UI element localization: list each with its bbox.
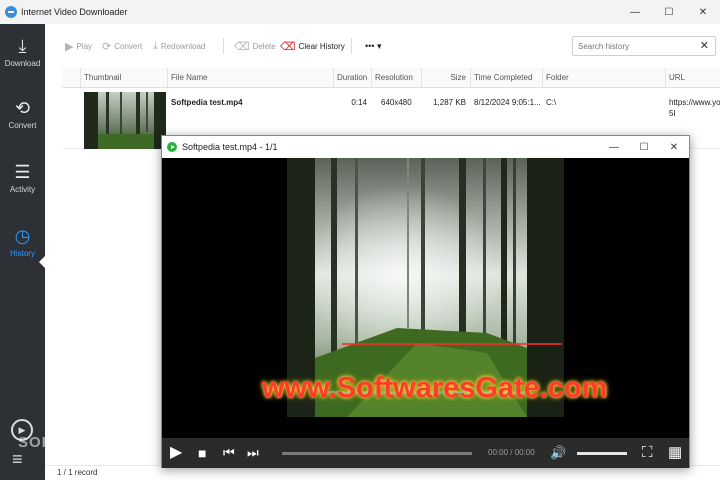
play-button[interactable]: ▶ Play bbox=[65, 38, 92, 54]
sidebar: ⤓ Download ⟲ Convert ☰ Activity ◷ Histor… bbox=[0, 24, 45, 480]
resolution-cell: 640x480 bbox=[381, 98, 412, 107]
close-button[interactable]: ✕ bbox=[686, 0, 720, 24]
duration-cell: 0:14 bbox=[351, 98, 367, 107]
column-header-url[interactable]: URL bbox=[665, 68, 720, 88]
sidebar-item-convert[interactable]: ⟲ Convert bbox=[0, 86, 45, 142]
sidebar-item-label: Download bbox=[4, 59, 41, 68]
volume-slider[interactable] bbox=[577, 452, 627, 455]
seek-bar[interactable] bbox=[282, 452, 472, 455]
time-readout: 00:00 / 00:00 bbox=[488, 448, 535, 457]
title-bar: Internet Video Downloader — ☐ ✕ bbox=[0, 0, 720, 24]
size-cell: 1,287 KB bbox=[433, 98, 466, 107]
toolbar-divider bbox=[351, 38, 352, 54]
sidebar-item-label: Convert bbox=[8, 121, 37, 130]
delete-label: Delete bbox=[252, 41, 276, 51]
table-header: Thumbnail File Name Duration Resolution … bbox=[62, 68, 720, 88]
column-header-size[interactable]: Size bbox=[421, 68, 470, 88]
redownload-button[interactable]: ⤓ Redownload bbox=[153, 38, 205, 54]
app-logo-icon bbox=[5, 6, 17, 18]
url-cell[interactable]: https://www.yo bbox=[669, 98, 720, 107]
more-options-button[interactable]: ••• ▾ bbox=[365, 38, 381, 54]
active-indicator bbox=[39, 256, 45, 268]
column-header-time-completed[interactable]: Time Completed bbox=[470, 68, 542, 88]
download-icon: ⤓ bbox=[18, 36, 27, 56]
column-header-duration[interactable]: Duration bbox=[333, 68, 371, 88]
video-thumbnail bbox=[84, 92, 166, 149]
sidebar-item-label: Activity bbox=[9, 185, 36, 194]
delete-button[interactable]: ⌫ Delete bbox=[234, 38, 276, 54]
window-controls: — ☐ ✕ bbox=[618, 0, 720, 24]
search-input[interactable] bbox=[573, 37, 691, 55]
fullscreen-icon[interactable]: ⛶ bbox=[642, 444, 653, 462]
player-close-button[interactable]: ✕ bbox=[659, 136, 689, 158]
play-icon[interactable]: ▶ bbox=[170, 444, 182, 462]
sidebar-item-activity[interactable]: ☰ Activity bbox=[0, 150, 45, 206]
play-icon: ▶ bbox=[65, 40, 74, 53]
time-completed-cell: 8/12/2024 9:05:1... bbox=[474, 98, 541, 107]
activity-icon: ☰ bbox=[14, 162, 31, 182]
sidebar-item-label: History bbox=[10, 249, 35, 258]
column-header-resolution[interactable]: Resolution bbox=[371, 68, 421, 88]
eraser-icon: ⌫ bbox=[280, 40, 296, 53]
clear-search-icon[interactable]: ✕ bbox=[700, 39, 709, 52]
convert-icon: ⟳ bbox=[102, 40, 112, 53]
convert-icon: ⟲ bbox=[14, 98, 31, 118]
clear-history-label: Clear History bbox=[298, 41, 345, 51]
play-label: Play bbox=[76, 41, 93, 51]
folder-cell: C:\ bbox=[546, 98, 557, 107]
redownload-label: Redownload bbox=[160, 41, 206, 51]
video-area[interactable]: www.SoftwaresGate.com bbox=[162, 158, 689, 438]
volume-icon[interactable]: 🔊 bbox=[550, 444, 566, 462]
record-count: 1 / 1 record bbox=[57, 468, 98, 477]
stop-icon[interactable]: ■ bbox=[198, 444, 206, 462]
column-header-file-name[interactable]: File Name bbox=[167, 68, 333, 88]
convert-button[interactable]: ⟳ Convert bbox=[102, 38, 142, 54]
player-maximize-button[interactable]: ☐ bbox=[629, 136, 659, 158]
minimize-button[interactable]: — bbox=[618, 0, 652, 24]
previous-icon[interactable]: ⏮ bbox=[223, 444, 235, 462]
history-icon: ◷ bbox=[14, 226, 31, 246]
softpedia-watermark: SOFTPEDIA bbox=[18, 434, 113, 451]
softwaresgate-watermark: www.SoftwaresGate.com bbox=[262, 372, 608, 404]
player-minimize-button[interactable]: — bbox=[599, 136, 629, 158]
sidebar-item-download[interactable]: ⤓ Download bbox=[0, 24, 45, 80]
column-header-thumbnail[interactable]: Thumbnail bbox=[80, 68, 167, 88]
delete-icon: ⌫ bbox=[234, 40, 250, 53]
maximize-button[interactable]: ☐ bbox=[652, 0, 686, 24]
column-header-folder[interactable]: Folder bbox=[542, 68, 665, 88]
convert-label: Convert bbox=[114, 41, 143, 51]
next-icon[interactable]: ⏭ bbox=[247, 444, 259, 462]
player-window-controls: — ☐ ✕ bbox=[599, 136, 689, 158]
url-cell-continued: 5I bbox=[669, 109, 676, 118]
clear-history-button[interactable]: ⌫ Clear History bbox=[280, 38, 345, 54]
toolbar: ▶ Play ⟳ Convert ⤓ Redownload ⌫ Delete ⌫… bbox=[45, 24, 720, 68]
player-title: Softpedia test.mp4 - 1/1 bbox=[182, 142, 278, 152]
player-control-bar: ▶ ■ ⏮ ⏭ 00:00 / 00:00 🔊 ⛶ ▦ bbox=[162, 438, 689, 468]
player-app-icon bbox=[167, 142, 177, 152]
media-player-window: Softpedia test.mp4 - 1/1 — ☐ ✕ www.Softw… bbox=[161, 135, 690, 468]
menu-icon[interactable]: ≡ bbox=[12, 450, 32, 468]
window-title: Internet Video Downloader bbox=[21, 7, 128, 17]
player-title-bar: Softpedia test.mp4 - 1/1 — ☐ ✕ bbox=[162, 136, 689, 158]
toolbar-divider bbox=[223, 38, 224, 54]
redownload-icon: ⤓ bbox=[153, 39, 158, 52]
file-name-cell: Softpedia test.mp4 bbox=[171, 98, 243, 107]
search-box: ✕ bbox=[572, 36, 716, 56]
grid-icon[interactable]: ▦ bbox=[668, 444, 682, 462]
